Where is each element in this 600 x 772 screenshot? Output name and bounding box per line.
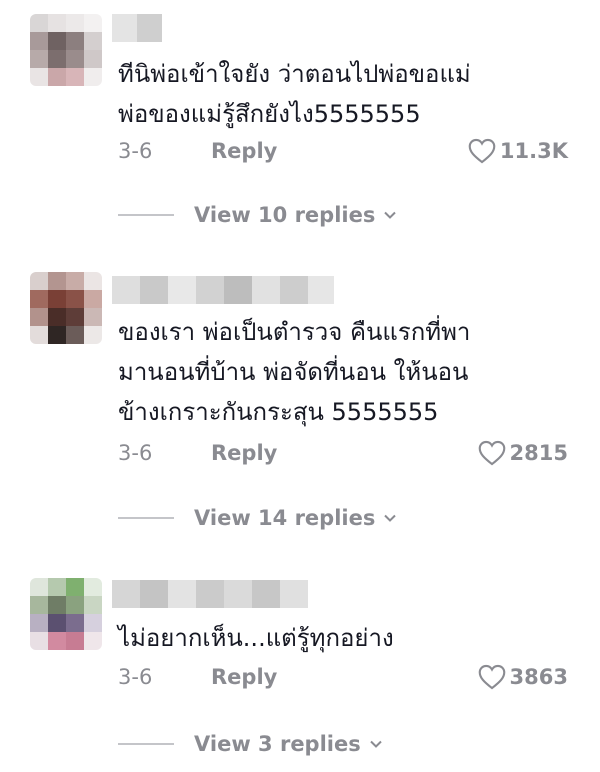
- comment-meta: 3-6 Reply 3863: [118, 662, 568, 692]
- chevron-down-icon: [384, 514, 397, 522]
- view-replies-label: View 14 replies: [194, 506, 376, 530]
- username-redacted[interactable]: [112, 580, 308, 608]
- comment-date: 3-6: [118, 441, 153, 465]
- comment-text: ไม่อยากเห็น...แต่รู้ทุกอย่าง: [118, 624, 394, 652]
- comment-text: ของเรา พ่อเป็นตำรวจ คืนแรกที่พา มานอนที่…: [118, 318, 471, 426]
- comment-meta: 3-6 Reply 11.3K: [118, 136, 568, 166]
- reply-button[interactable]: Reply: [211, 438, 277, 468]
- comment-text: ทีนิพ่อเข้าใจยัง ว่าตอนไปพ่อขอแม่ พ่อของ…: [118, 60, 471, 128]
- view-replies-label: View 10 replies: [194, 203, 376, 227]
- like-button[interactable]: 3863: [478, 662, 568, 692]
- divider: [118, 743, 174, 745]
- comment-date: 3-6: [118, 139, 153, 163]
- like-count: 11.3K: [499, 139, 568, 163]
- heart-icon: [468, 138, 496, 164]
- avatar[interactable]: [30, 272, 102, 344]
- like-count: 2815: [509, 441, 568, 465]
- chevron-down-icon: [370, 740, 382, 748]
- comment-meta: 3-6 Reply 2815: [118, 438, 568, 468]
- view-replies-label: View 3 replies: [194, 732, 361, 756]
- reply-button[interactable]: Reply: [211, 662, 277, 692]
- like-button[interactable]: 2815: [478, 438, 568, 468]
- comment-date: 3-6: [118, 665, 153, 689]
- view-replies-button[interactable]: View 10 replies: [118, 200, 397, 230]
- like-count: 3863: [509, 665, 568, 689]
- username-redacted[interactable]: [112, 14, 162, 42]
- chevron-down-icon: [384, 211, 397, 219]
- like-button[interactable]: 11.3K: [468, 136, 568, 166]
- view-replies-button[interactable]: View 3 replies: [118, 729, 383, 759]
- avatar[interactable]: [30, 578, 102, 650]
- divider: [118, 214, 174, 216]
- reply-button[interactable]: Reply: [211, 136, 277, 166]
- divider: [118, 517, 174, 519]
- username-redacted[interactable]: [112, 276, 334, 304]
- heart-icon: [478, 664, 505, 690]
- view-replies-button[interactable]: View 14 replies: [118, 503, 397, 533]
- avatar[interactable]: [30, 14, 102, 86]
- heart-icon: [478, 440, 505, 466]
